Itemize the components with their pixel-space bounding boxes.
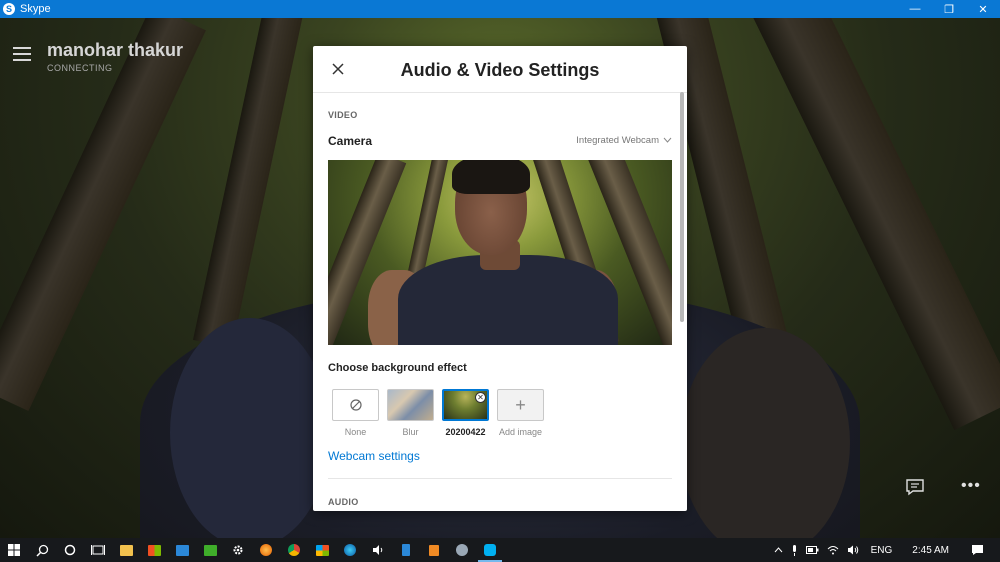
dialog-title: Audio & Video Settings xyxy=(400,60,600,80)
effect-label: None xyxy=(344,427,367,437)
windows-start-icon[interactable] xyxy=(0,538,28,562)
title-bar: S Skype — ❐ ✕ xyxy=(0,0,1000,18)
more-options-button[interactable]: ••• xyxy=(961,478,981,494)
close-window-button[interactable]: ✕ xyxy=(966,0,1000,18)
task-view-icon[interactable] xyxy=(84,538,112,562)
video-section-heading: VIDEO xyxy=(328,110,358,120)
audio-section-heading: AUDIO xyxy=(328,497,359,507)
background-effect-label: Choose background effect xyxy=(328,362,467,374)
dialog-scrollbar[interactable] xyxy=(680,92,684,322)
file-explorer-icon[interactable] xyxy=(112,538,140,562)
camera-preview xyxy=(328,160,672,345)
camera-dropdown-value: Integrated Webcam xyxy=(576,135,659,146)
plus-icon[interactable]: + xyxy=(497,389,544,421)
chevron-up-icon[interactable] xyxy=(774,547,783,553)
microphone-icon[interactable] xyxy=(791,544,798,556)
wifi-icon[interactable] xyxy=(827,545,839,555)
contact-name: manohar thakur xyxy=(47,40,184,60)
effect-add-image[interactable]: + Add image xyxy=(497,389,544,437)
search-icon[interactable] xyxy=(28,538,56,562)
camera-dropdown[interactable]: Integrated Webcam xyxy=(576,135,672,146)
clock[interactable]: 2:45 AM xyxy=(912,545,949,556)
camtasia-icon[interactable] xyxy=(196,538,224,562)
language-indicator[interactable]: ENG xyxy=(871,545,893,556)
notifications-icon[interactable] xyxy=(971,544,984,556)
effect-custom-image[interactable]: ✕ 20200422 xyxy=(442,389,489,437)
audio-video-settings-dialog: Audio & Video Settings VIDEO Camera Inte… xyxy=(313,46,687,511)
chrome-icon[interactable] xyxy=(280,538,308,562)
webcam-settings-link[interactable]: Webcam settings xyxy=(328,449,420,463)
section-divider xyxy=(328,478,672,479)
add-glyph: + xyxy=(515,395,526,415)
skype-taskbar-icon[interactable] xyxy=(476,538,504,562)
effect-none[interactable]: None xyxy=(332,389,379,437)
effect-blur[interactable]: Blur xyxy=(387,389,434,437)
speaker-app-icon[interactable] xyxy=(364,538,392,562)
menu-icon[interactable] xyxy=(13,47,31,61)
restore-button[interactable]: ❐ xyxy=(932,0,966,18)
volume-icon[interactable] xyxy=(847,545,859,555)
caller-knee xyxy=(680,328,850,538)
mail-icon[interactable] xyxy=(168,538,196,562)
none-icon[interactable] xyxy=(332,389,379,421)
effect-label: 20200422 xyxy=(445,427,486,437)
chat-icon[interactable] xyxy=(905,478,925,496)
preview-person-hair xyxy=(452,160,530,194)
office-icon[interactable] xyxy=(308,538,336,562)
chevron-down-icon xyxy=(663,135,672,146)
background-effects-list: None Blur ✕ 20200422 + Add image xyxy=(332,389,544,437)
edge-icon[interactable] xyxy=(336,538,364,562)
taskbar: ENG 2:45 AM xyxy=(0,538,1000,562)
call-status: CONNECTING xyxy=(47,63,113,73)
camera-label: Camera xyxy=(328,134,373,148)
skype-logo-icon: S xyxy=(3,3,15,15)
network-app-icon[interactable] xyxy=(448,538,476,562)
tree-trunk xyxy=(0,18,206,412)
phone-app-icon[interactable] xyxy=(392,538,420,562)
store-icon[interactable] xyxy=(140,538,168,562)
tree-trunk xyxy=(193,18,307,349)
settings-gear-icon[interactable] xyxy=(224,538,252,562)
system-tray: ENG 2:45 AM xyxy=(770,538,1000,562)
window-title: Skype xyxy=(20,3,51,15)
dialog-header: Audio & Video Settings xyxy=(313,46,687,93)
image-thumbnail[interactable]: ✕ xyxy=(442,389,489,421)
firefox-icon[interactable] xyxy=(252,538,280,562)
cortana-icon[interactable] xyxy=(56,538,84,562)
minimize-button[interactable]: — xyxy=(898,0,932,18)
effect-label: Blur xyxy=(402,427,419,437)
battery-icon[interactable] xyxy=(805,546,819,554)
caller-knee xyxy=(170,318,330,538)
dialog-body: VIDEO Camera Integrated Webcam Choose ba… xyxy=(313,93,687,511)
blur-thumbnail[interactable] xyxy=(387,389,434,421)
remove-image-icon[interactable]: ✕ xyxy=(475,392,486,403)
pdf-app-icon[interactable] xyxy=(420,538,448,562)
effect-label: Add image xyxy=(498,427,543,437)
